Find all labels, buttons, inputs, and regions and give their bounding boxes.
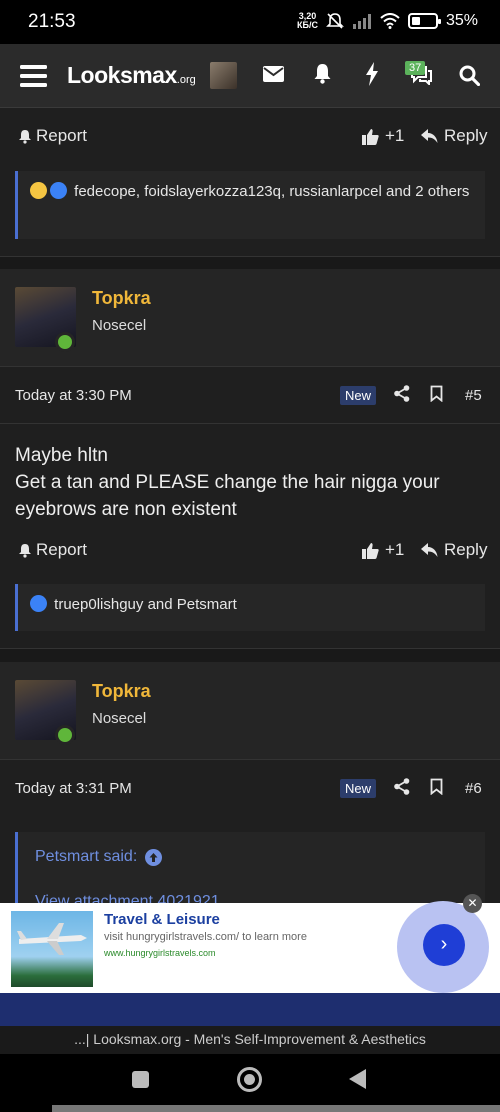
bookmark-icon[interactable] <box>430 778 443 795</box>
ad-url[interactable]: www.hungrygirlstravels.com <box>104 948 216 958</box>
post-date[interactable]: Today at 3:31 PM <box>15 780 132 797</box>
laugh-reaction-icon <box>30 182 47 199</box>
new-badge: New <box>340 779 377 798</box>
share-icon[interactable] <box>394 385 410 402</box>
author-rank: Nosecel <box>92 317 147 334</box>
quote-block: Petsmart said: View attachment 4021921 <box>15 832 485 912</box>
bell-icon <box>19 129 31 144</box>
bell-icon[interactable] <box>313 63 332 84</box>
muted-alarm-icon <box>326 13 344 29</box>
like-reaction-icon <box>30 595 47 612</box>
like-reaction-icon <box>50 182 67 199</box>
online-indicator <box>55 725 75 745</box>
author-rank: Nosecel <box>92 710 147 727</box>
site-logo[interactable]: Looksmax.org <box>67 62 196 89</box>
net-speed: 3,20 КБ/С <box>297 11 318 30</box>
back-button[interactable] <box>349 1069 366 1089</box>
battery-percent: 35% <box>445 12 478 29</box>
author-username[interactable]: Topkra <box>92 681 151 702</box>
ad-cta-button[interactable]: › <box>423 924 465 966</box>
system-navigation-bar <box>0 1054 500 1112</box>
thumbs-up-icon <box>362 542 379 559</box>
scroll-indicator <box>52 1105 500 1112</box>
post-meta-bar: Today at 3:30 PM New #5 <box>0 372 500 424</box>
status-bar: 21:53 3,20 КБ/С 35% <box>0 0 500 44</box>
post-meta-bar: Today at 3:31 PM New #6 <box>0 765 500 817</box>
post-date[interactable]: Today at 3:30 PM <box>15 387 132 404</box>
reply-icon <box>421 543 438 557</box>
quote-attribution[interactable]: Petsmart said: <box>35 848 163 866</box>
post-author-block: Topkra Nosecel <box>0 269 500 367</box>
new-badge: New <box>340 386 377 405</box>
online-indicator <box>55 332 75 352</box>
bookmark-icon[interactable] <box>430 385 443 402</box>
ad-title[interactable]: Travel & Leisure <box>104 911 220 928</box>
browser-page-title: ...| Looksmax.org - Men's Self-Improveme… <box>0 1026 500 1054</box>
ad-image[interactable] <box>11 911 93 987</box>
post-author-block: Topkra Nosecel <box>0 662 500 760</box>
post-actions: Report +1 Reply <box>0 118 500 158</box>
status-time: 21:53 <box>28 11 76 32</box>
author-username[interactable]: Topkra <box>92 288 151 309</box>
post-number[interactable]: #5 <box>465 387 482 404</box>
signal-icon <box>352 14 371 29</box>
post-number[interactable]: #6 <box>465 780 482 797</box>
ad-close-button[interactable]: ✕ <box>463 894 482 913</box>
wifi-icon <box>380 13 400 29</box>
reply-button[interactable]: Reply <box>421 126 487 146</box>
reactions-summary[interactable]: fedecope, foidslayerkozza123q, russianla… <box>15 171 485 239</box>
alerts-count-badge: 37 <box>405 61 426 75</box>
thumbs-up-icon <box>362 128 379 145</box>
menu-icon[interactable] <box>20 64 47 88</box>
reply-button[interactable]: Reply <box>421 540 487 560</box>
post-separator <box>0 256 500 269</box>
airplane-icon <box>17 923 87 955</box>
bell-icon <box>19 543 31 558</box>
reactions-summary[interactable]: truep0lishguy and Petsmart <box>15 584 485 631</box>
post-actions: Report +1 Reply <box>0 532 500 572</box>
post-content: Maybe hltn Get a tan and PLEASE change t… <box>15 445 440 520</box>
ad-banner[interactable]: Travel & Leisure visit hungrygirlstravel… <box>0 894 500 993</box>
status-icons: 3,20 КБ/С 35% <box>297 12 478 30</box>
top-navbar: Looksmax.org <box>0 44 500 108</box>
report-button[interactable]: Report <box>18 126 87 146</box>
user-avatar[interactable] <box>210 62 237 89</box>
reply-icon <box>421 129 438 143</box>
like-button[interactable]: +1 <box>362 540 404 560</box>
battery-icon <box>407 13 441 29</box>
recents-button[interactable] <box>132 1071 149 1088</box>
report-button[interactable]: Report <box>18 540 87 560</box>
lightning-icon[interactable] <box>365 62 379 86</box>
home-button[interactable] <box>237 1067 262 1092</box>
ad-description: visit hungrygirlstravels.com/ to learn m… <box>104 931 307 943</box>
like-button[interactable]: +1 <box>362 126 404 146</box>
share-icon[interactable] <box>394 778 410 795</box>
arrow-up-circle-icon[interactable] <box>145 848 163 866</box>
search-icon[interactable] <box>459 65 480 86</box>
inbox-icon[interactable] <box>263 66 284 82</box>
page-bottom-band <box>0 993 500 1026</box>
post-separator <box>0 648 500 662</box>
